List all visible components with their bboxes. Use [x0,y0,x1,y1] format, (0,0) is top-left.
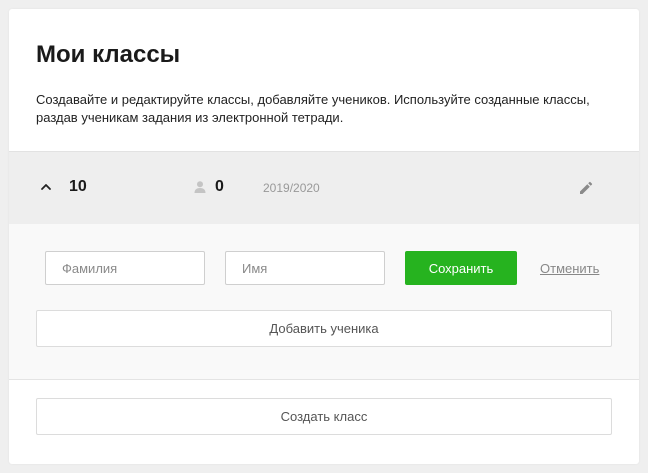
card-header: Мои классы Создавайте и редактируйте кла… [9,9,639,151]
add-student-button[interactable]: Добавить ученика [36,310,612,347]
lastname-input[interactable] [45,251,205,285]
pencil-icon[interactable] [578,180,594,196]
chevron-up-icon[interactable] [39,180,53,194]
save-button[interactable]: Сохранить [405,251,517,285]
firstname-input[interactable] [225,251,385,285]
cancel-link[interactable]: Отменить [540,261,599,277]
add-student-form: Сохранить Отменить Добавить ученика [9,224,639,380]
page-title: Мои классы [36,41,181,68]
class-row[interactable]: 10 0 2019/2020 [9,151,639,224]
class-year: 2019/2020 [263,181,320,195]
student-count: 0 [215,178,224,195]
class-name: 10 [69,178,87,195]
classes-card: Мои классы Создавайте и редактируйте кла… [9,9,639,464]
person-icon [193,180,207,194]
page-description: Создавайте и редактируйте классы, добавл… [36,92,590,125]
create-class-button[interactable]: Создать класс [36,398,612,435]
